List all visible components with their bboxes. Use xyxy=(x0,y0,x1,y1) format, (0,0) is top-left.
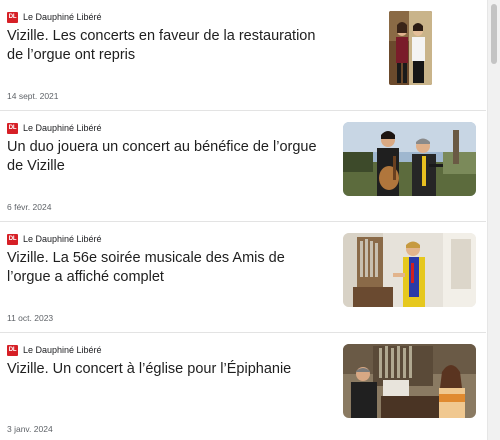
source-logo-icon: DL xyxy=(7,233,18,245)
article-thumbnail[interactable] xyxy=(343,233,476,307)
source-logo-icon: DL xyxy=(7,122,18,134)
musicians-in-church-photo-icon xyxy=(343,344,476,418)
article-thumbnail[interactable] xyxy=(343,122,476,196)
article-headline[interactable]: Vizille. Un concert à l’église pour l’Ép… xyxy=(7,360,327,379)
article-headline[interactable]: Un duo jouera un concert au bénéfice de … xyxy=(7,138,327,176)
source-row: DL Le Dauphiné Libéré xyxy=(7,233,102,245)
news-article[interactable]: DL Le Dauphiné Libéré Vizille. Les conce… xyxy=(0,0,486,111)
scrollbar-thumb[interactable] xyxy=(491,4,497,64)
source-logo-icon: DL xyxy=(7,344,18,356)
source-logo-icon: DL xyxy=(7,11,18,23)
article-date: 6 févr. 2024 xyxy=(7,202,52,212)
article-date: 3 janv. 2024 xyxy=(7,424,53,434)
source-name: Le Dauphiné Libéré xyxy=(23,123,102,133)
organist-at-organ-photo-icon xyxy=(343,233,476,307)
article-date: 14 sept. 2021 xyxy=(7,91,59,101)
news-article[interactable]: DL Le Dauphiné Libéré Vizille. Un concer… xyxy=(0,333,486,440)
vertical-scrollbar[interactable] xyxy=(487,0,500,440)
source-row: DL Le Dauphiné Libéré xyxy=(7,122,102,134)
article-date: 11 oct. 2023 xyxy=(7,313,54,323)
source-name: Le Dauphiné Libéré xyxy=(23,234,102,244)
source-row: DL Le Dauphiné Libéré xyxy=(7,344,102,356)
article-thumbnail[interactable] xyxy=(343,344,476,418)
two-musicians-photo-icon xyxy=(389,11,432,85)
duo-musicians-outdoor-photo-icon xyxy=(343,122,476,196)
article-headline[interactable]: Vizille. La 56e soirée musicale des Amis… xyxy=(7,249,327,287)
source-name: Le Dauphiné Libéré xyxy=(23,345,102,355)
news-article[interactable]: DL Le Dauphiné Libéré Un duo jouera un c… xyxy=(0,111,486,222)
article-headline[interactable]: Vizille. Les concerts en faveur de la re… xyxy=(7,27,327,65)
article-thumbnail[interactable] xyxy=(389,11,432,85)
news-feed: DL Le Dauphiné Libéré Vizille. Les conce… xyxy=(0,0,486,440)
source-name: Le Dauphiné Libéré xyxy=(23,12,102,22)
news-article[interactable]: DL Le Dauphiné Libéré Vizille. La 56e so… xyxy=(0,222,486,333)
source-row: DL Le Dauphiné Libéré xyxy=(7,11,102,23)
